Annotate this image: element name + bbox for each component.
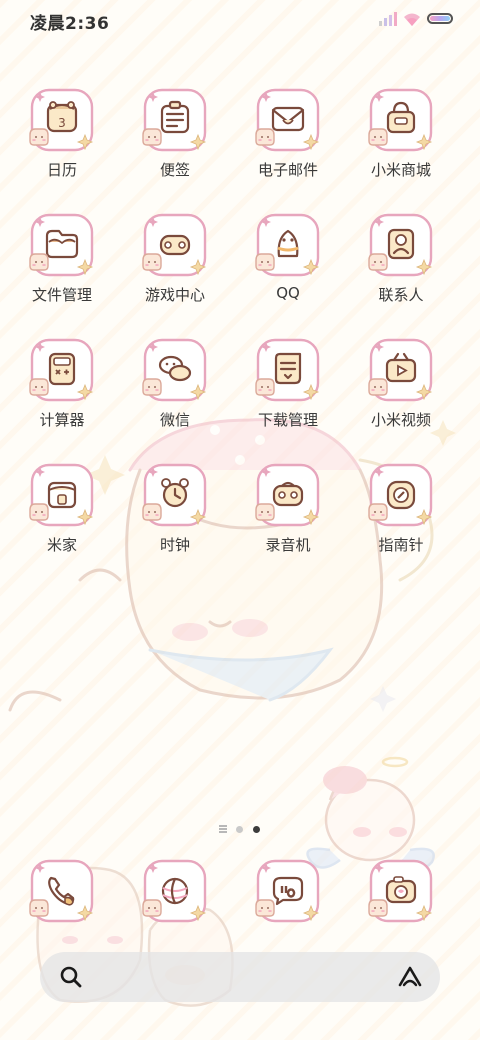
mijia-house-icon[interactable] bbox=[29, 462, 95, 528]
alarm-clock-icon[interactable] bbox=[142, 462, 208, 528]
dock-app-phone[interactable] bbox=[6, 858, 118, 938]
qq-penguin-icon[interactable] bbox=[255, 212, 321, 278]
search-input[interactable] bbox=[100, 952, 384, 1004]
app-folder[interactable]: 文件管理 bbox=[6, 212, 118, 332]
messages-bubble-icon[interactable] bbox=[255, 858, 321, 924]
svg-text:3: 3 bbox=[58, 116, 66, 130]
app-gamepad[interactable]: 游戏中心 bbox=[119, 212, 231, 332]
page-menu-icon[interactable] bbox=[219, 825, 227, 833]
app-label: 米家 bbox=[46, 536, 77, 554]
contacts-icon[interactable] bbox=[368, 212, 434, 278]
signal-icon bbox=[379, 12, 397, 26]
app-label: 联系人 bbox=[378, 286, 424, 304]
battery-icon bbox=[427, 13, 453, 24]
shop-bag-icon[interactable] bbox=[368, 87, 434, 153]
page-indicator bbox=[0, 824, 480, 836]
dock-app-messages-bubble[interactable] bbox=[232, 858, 344, 938]
search-icon[interactable] bbox=[59, 965, 83, 989]
dock-app-browser-globe[interactable] bbox=[119, 858, 231, 938]
app-qq-penguin[interactable]: QQ bbox=[232, 212, 344, 332]
app-label: 下载管理 bbox=[257, 411, 318, 429]
app-label: 便签 bbox=[159, 161, 190, 179]
page-dot-1[interactable] bbox=[236, 826, 243, 833]
app-label: 计算器 bbox=[39, 411, 85, 429]
app-label: 时钟 bbox=[159, 536, 190, 554]
app-calendar[interactable]: 3 日历 bbox=[6, 87, 118, 207]
phone-icon[interactable] bbox=[29, 858, 95, 924]
page-dot-2-active[interactable] bbox=[253, 826, 260, 833]
notes-icon[interactable] bbox=[142, 87, 208, 153]
search-bar[interactable] bbox=[40, 952, 440, 1004]
browser-globe-icon[interactable] bbox=[142, 858, 208, 924]
gamepad-icon[interactable] bbox=[142, 212, 208, 278]
compass-icon[interactable] bbox=[368, 462, 434, 528]
app-label: 小米视频 bbox=[370, 411, 431, 429]
app-mail[interactable]: 电子邮件 bbox=[232, 87, 344, 207]
app-label: QQ bbox=[276, 284, 300, 302]
battery-level bbox=[430, 16, 450, 21]
calculator-icon[interactable] bbox=[29, 337, 95, 403]
app-contacts[interactable]: 联系人 bbox=[345, 212, 457, 332]
calendar-icon[interactable]: 3 bbox=[29, 87, 95, 153]
app-label: 文件管理 bbox=[31, 286, 92, 304]
video-play-icon[interactable] bbox=[368, 337, 434, 403]
app-mijia-house[interactable]: 米家 bbox=[6, 462, 118, 582]
voice-assistant-icon[interactable] bbox=[396, 965, 424, 989]
folder-icon[interactable] bbox=[29, 212, 95, 278]
app-shop-bag[interactable]: 小米商城 bbox=[345, 87, 457, 207]
app-download-scroll[interactable]: 下载管理 bbox=[232, 337, 344, 457]
app-wechat[interactable]: 微信 bbox=[119, 337, 231, 457]
app-notes[interactable]: 便签 bbox=[119, 87, 231, 207]
status-time: 凌晨2:36 bbox=[30, 14, 110, 34]
app-label: 微信 bbox=[159, 411, 190, 429]
mail-icon[interactable] bbox=[255, 87, 321, 153]
status-bar: 凌晨2:36 bbox=[0, 0, 480, 40]
app-label: 小米商城 bbox=[370, 161, 431, 179]
app-recorder[interactable]: 录音机 bbox=[232, 462, 344, 582]
app-video-play[interactable]: 小米视频 bbox=[345, 337, 457, 457]
recorder-icon[interactable] bbox=[255, 462, 321, 528]
app-label: 指南针 bbox=[378, 536, 424, 554]
app-label: 游戏中心 bbox=[144, 286, 205, 304]
wechat-icon[interactable] bbox=[142, 337, 208, 403]
app-calculator[interactable]: 计算器 bbox=[6, 337, 118, 457]
download-scroll-icon[interactable] bbox=[255, 337, 321, 403]
app-label: 录音机 bbox=[265, 536, 311, 554]
app-label: 电子邮件 bbox=[257, 161, 318, 179]
app-alarm-clock[interactable]: 时钟 bbox=[119, 462, 231, 582]
camera-icon[interactable] bbox=[368, 858, 434, 924]
app-compass[interactable]: 指南针 bbox=[345, 462, 457, 582]
app-label: 日历 bbox=[46, 161, 77, 179]
dock-app-camera[interactable] bbox=[345, 858, 457, 938]
wifi-icon bbox=[404, 13, 420, 26]
